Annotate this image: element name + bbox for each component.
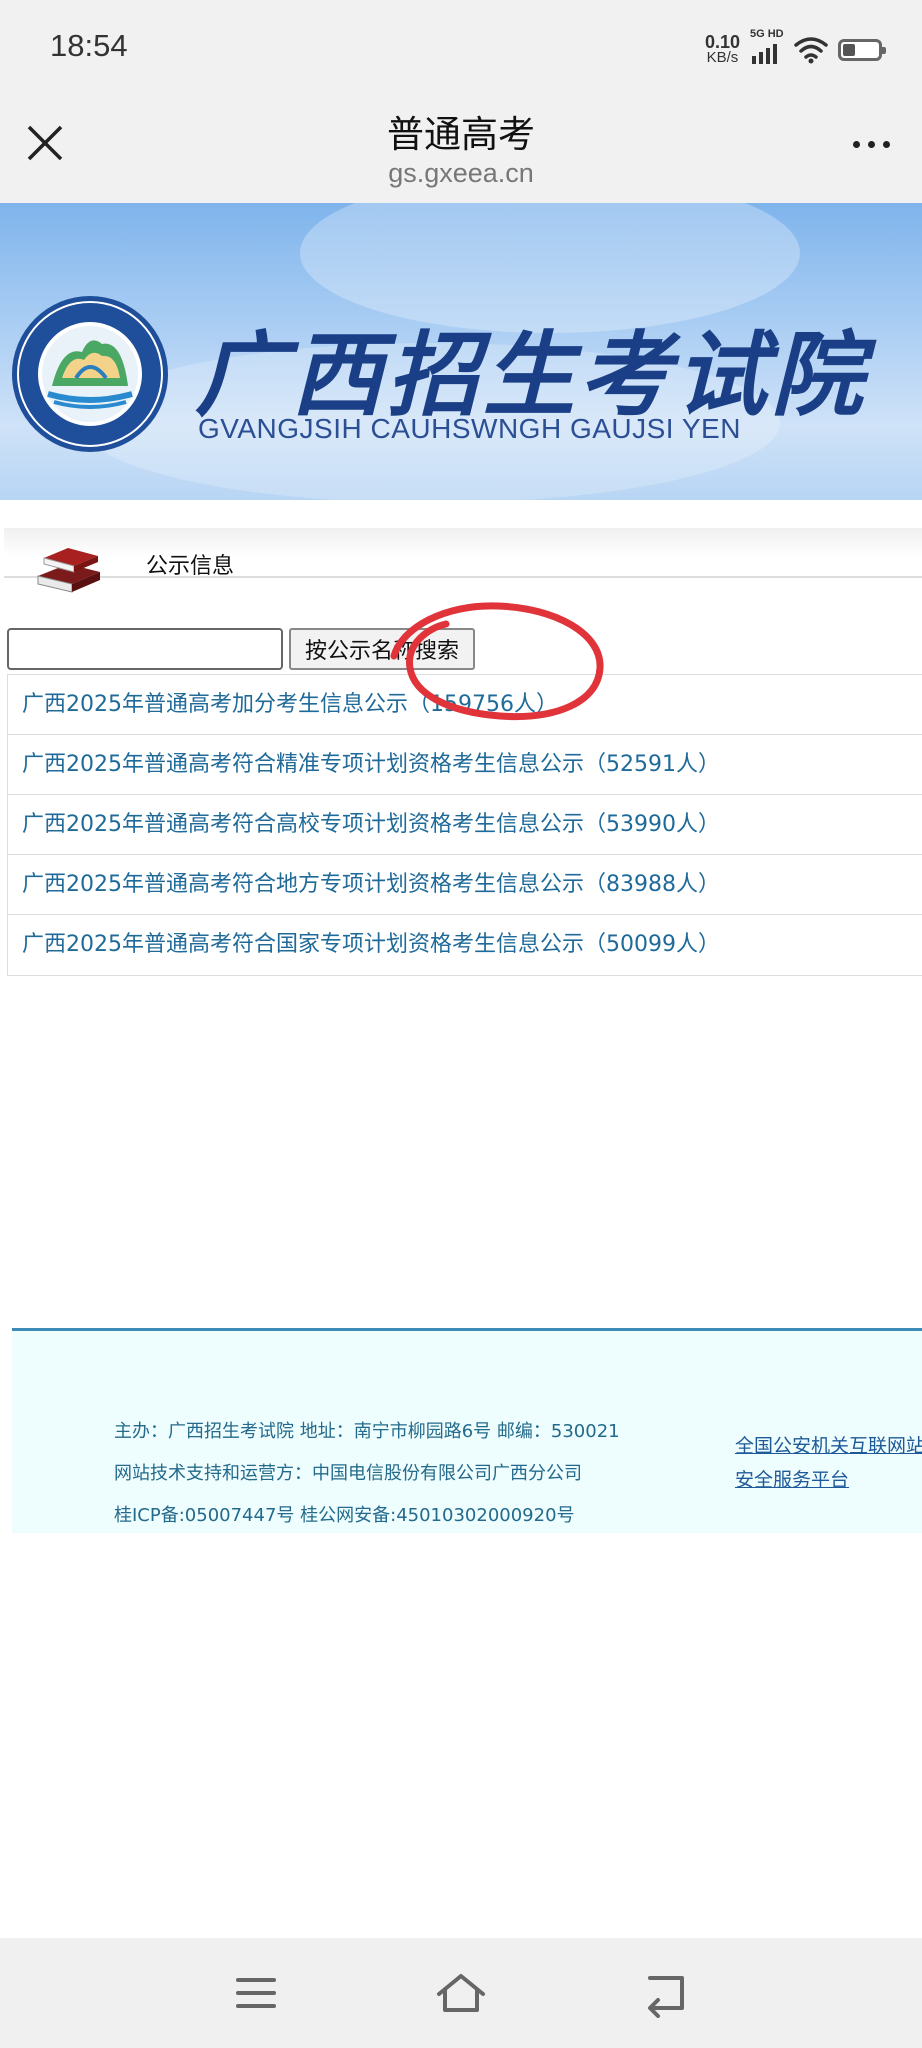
- system-navigation-bar: [0, 1938, 922, 2048]
- browser-title-bar: 普通高考 gs.gxeea.cn: [0, 90, 922, 203]
- page-title: 普通高考: [387, 113, 535, 156]
- more-dot-icon: [867, 140, 875, 148]
- search-by-name-button[interactable]: 按公示名称搜索: [289, 628, 475, 670]
- list-item[interactable]: 广西2025年普通高考符合国家专项计划资格考生信息公示（50099人）: [8, 915, 922, 975]
- more-dot-icon: [852, 140, 860, 148]
- site-footer: 主办：广西招生考试院 地址：南宁市柳园路6号 邮编：530021 网站技术支持和…: [12, 1328, 922, 1533]
- more-dot-icon: [882, 140, 890, 148]
- footer-sponsor: 主办：广西招生考试院 地址：南宁市柳园路6号 邮编：530021: [114, 1421, 620, 1442]
- list-item[interactable]: 广西2025年普通高考符合精准专项计划资格考生信息公示（52591人）: [8, 735, 922, 795]
- more-options-button[interactable]: [846, 132, 896, 156]
- status-icons: 0.10 KB/s 5G HD: [704, 28, 886, 70]
- status-bar: 18:54 0.10 KB/s 5G HD: [0, 0, 922, 90]
- menu-icon: [236, 1978, 276, 2008]
- signal-icon: 5G HD: [750, 28, 784, 68]
- footer-security-link-2[interactable]: 安全服务平台: [735, 1465, 849, 1492]
- list-item[interactable]: 广西2025年普通高考加分考生信息公示（159756人）: [8, 675, 922, 735]
- network-speed-unit: KB/s: [706, 49, 739, 66]
- home-icon: [437, 1974, 485, 2012]
- back-icon: [648, 1976, 684, 2018]
- banner-title-en: GVANGJSIH CAUHSWNGH GAUJSI YEN: [198, 413, 741, 444]
- institute-seal-logo: [12, 296, 168, 452]
- list-item[interactable]: 广西2025年普通高考符合地方专项计划资格考生信息公示（83988人）: [8, 855, 922, 915]
- network-speed-value: 0.10: [704, 32, 740, 52]
- wifi-icon: [794, 37, 828, 64]
- status-time: 18:54: [50, 28, 128, 63]
- list-item[interactable]: 广西2025年普通高考符合高校专项计划资格考生信息公示（53990人）: [8, 795, 922, 855]
- footer-tech-support: 网站技术支持和运营方：中国电信股份有限公司广西分公司: [114, 1463, 582, 1484]
- battery-icon: [838, 39, 886, 61]
- search-input[interactable]: [7, 628, 283, 670]
- menu-button[interactable]: [228, 1968, 284, 2018]
- site-banner: 广西招生考试院 GVANGJSIH CAUHSWNGH GAUJSI YEN: [0, 203, 922, 500]
- section-header: 公示信息: [4, 528, 922, 593]
- network-speed: 0.10 KB/s: [704, 32, 740, 66]
- home-button[interactable]: [433, 1968, 489, 2018]
- footer-icp: 桂ICP备:05007447号 桂公网安备:45010302000920号: [114, 1505, 575, 1526]
- page-domain: gs.gxeea.cn: [388, 158, 534, 188]
- signal-label: 5G HD: [750, 28, 784, 40]
- books-icon: [37, 548, 100, 593]
- section-title: 公示信息: [146, 554, 235, 579]
- footer-security-link[interactable]: 全国公安机关互联网站: [735, 1431, 922, 1458]
- back-button[interactable]: [638, 1968, 694, 2018]
- announcement-list: 广西2025年普通高考加分考生信息公示（159756人） 广西2025年普通高考…: [7, 674, 922, 976]
